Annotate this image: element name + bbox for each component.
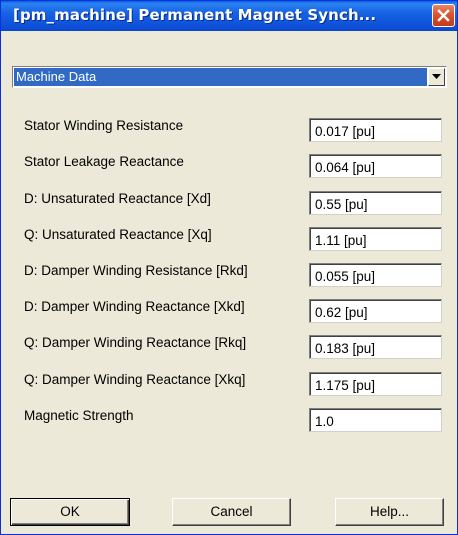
magnetic-strength-field[interactable] <box>309 408 442 432</box>
param-label: Q: Damper Winding Reactance [Xkq] <box>24 372 246 387</box>
q-unsaturated-reactance-field[interactable] <box>309 227 442 251</box>
param-label: D: Damper Winding Reactance [Xkd] <box>24 299 245 314</box>
param-row-q-unsaturated-reactance: Q: Unsaturated Reactance [Xq] <box>12 223 448 251</box>
stator-leakage-reactance-field[interactable] <box>309 154 442 178</box>
param-label: D: Damper Winding Resistance [Rkd] <box>24 263 248 278</box>
param-label: D: Unsaturated Reactance [Xd] <box>24 191 211 206</box>
help-button[interactable]: Help... <box>335 498 444 526</box>
param-label: Stator Leakage Reactance <box>24 154 184 169</box>
param-row-q-damper-winding-rkq: Q: Damper Winding Reactance [Rkq] <box>12 331 448 359</box>
parameters-panel: Stator Winding Resistance Stator Leakage… <box>12 98 448 471</box>
param-row-stator-winding-resistance: Stator Winding Resistance <box>12 114 448 142</box>
d-damper-winding-resistance-field[interactable] <box>309 263 442 287</box>
stator-winding-resistance-field[interactable] <box>309 118 442 142</box>
close-icon <box>437 9 450 22</box>
dialog-window: [pm_machine] Permanent Magnet Synch... M… <box>0 0 458 535</box>
window-title: [pm_machine] Permanent Magnet Synch... <box>13 6 377 24</box>
param-row-d-damper-winding-resistance: D: Damper Winding Resistance [Rkd] <box>12 259 448 287</box>
category-selected-value: Machine Data <box>14 68 427 86</box>
chevron-down-icon <box>432 74 441 79</box>
ok-button[interactable]: OK <box>10 498 130 526</box>
param-row-q-damper-winding-xkq: Q: Damper Winding Reactance [Xkq] <box>12 368 448 396</box>
q-damper-winding-xkq-field[interactable] <box>309 372 442 396</box>
d-damper-winding-reactance-field[interactable] <box>309 299 442 323</box>
d-unsaturated-reactance-field[interactable] <box>309 191 442 215</box>
category-dropdown[interactable]: Machine Data <box>12 66 447 88</box>
title-bar[interactable]: [pm_machine] Permanent Magnet Synch... <box>1 1 457 31</box>
close-button[interactable] <box>432 4 455 27</box>
param-row-magnetic-strength: Magnetic Strength <box>12 404 448 432</box>
dropdown-arrow-button[interactable] <box>428 68 445 86</box>
param-label: Stator Winding Resistance <box>24 118 184 133</box>
param-row-d-damper-winding-reactance: D: Damper Winding Reactance [Xkd] <box>12 295 448 323</box>
param-label: Q: Damper Winding Reactance [Rkq] <box>24 335 247 350</box>
cancel-button[interactable]: Cancel <box>172 498 291 526</box>
param-label: Magnetic Strength <box>24 408 134 423</box>
q-damper-winding-rkq-field[interactable] <box>309 335 442 359</box>
param-row-stator-leakage-reactance: Stator Leakage Reactance <box>12 150 448 178</box>
param-label: Q: Unsaturated Reactance [Xq] <box>24 227 212 242</box>
param-row-d-unsaturated-reactance: D: Unsaturated Reactance [Xd] <box>12 187 448 215</box>
